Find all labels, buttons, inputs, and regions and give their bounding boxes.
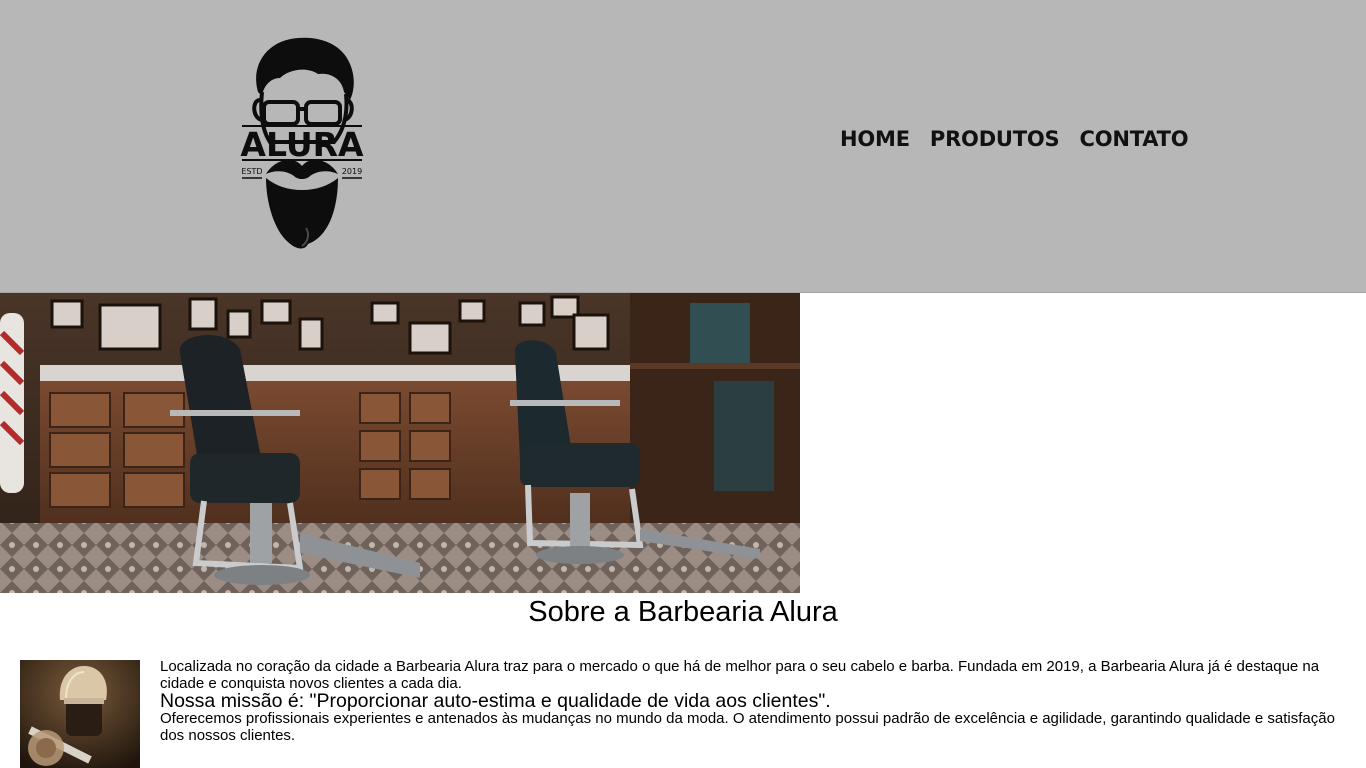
- about-text: Localizada no coração da cidade a Barbea…: [160, 658, 1360, 744]
- barbershop-interior-photo: [0, 293, 800, 593]
- nav-produtos-link[interactable]: PRODUTOS: [930, 127, 1060, 151]
- svg-text:ESTD: ESTD: [241, 167, 262, 176]
- mission-statement: Nossa missão é: "Proporcionar auto-estim…: [160, 690, 831, 712]
- about-paragraph-intro: Localizada no coração da cidade a Barbea…: [160, 658, 1320, 692]
- about-paragraph-services: Oferecemos profissionais experientes e a…: [160, 710, 1335, 744]
- svg-text:ALURA: ALURA: [240, 125, 364, 164]
- about-title: Sobre a Barbearia Alura: [528, 596, 838, 628]
- main-nav: HOME PRODUTOS CONTATO: [840, 127, 1189, 151]
- barbershop-banner: [0, 293, 800, 593]
- shaving-brush-photo: [20, 660, 140, 768]
- about-image: [20, 660, 140, 768]
- site-header: ALURA ESTD 2019 HOME PRODUTOS CONTATO: [0, 0, 1366, 293]
- svg-text:2019: 2019: [342, 167, 362, 176]
- brand-logo[interactable]: ALURA ESTD 2019: [236, 34, 368, 256]
- bearded-man-logo-icon: ALURA ESTD 2019: [240, 37, 364, 249]
- nav-home-link[interactable]: HOME: [840, 127, 910, 151]
- nav-contato-link[interactable]: CONTATO: [1079, 127, 1188, 151]
